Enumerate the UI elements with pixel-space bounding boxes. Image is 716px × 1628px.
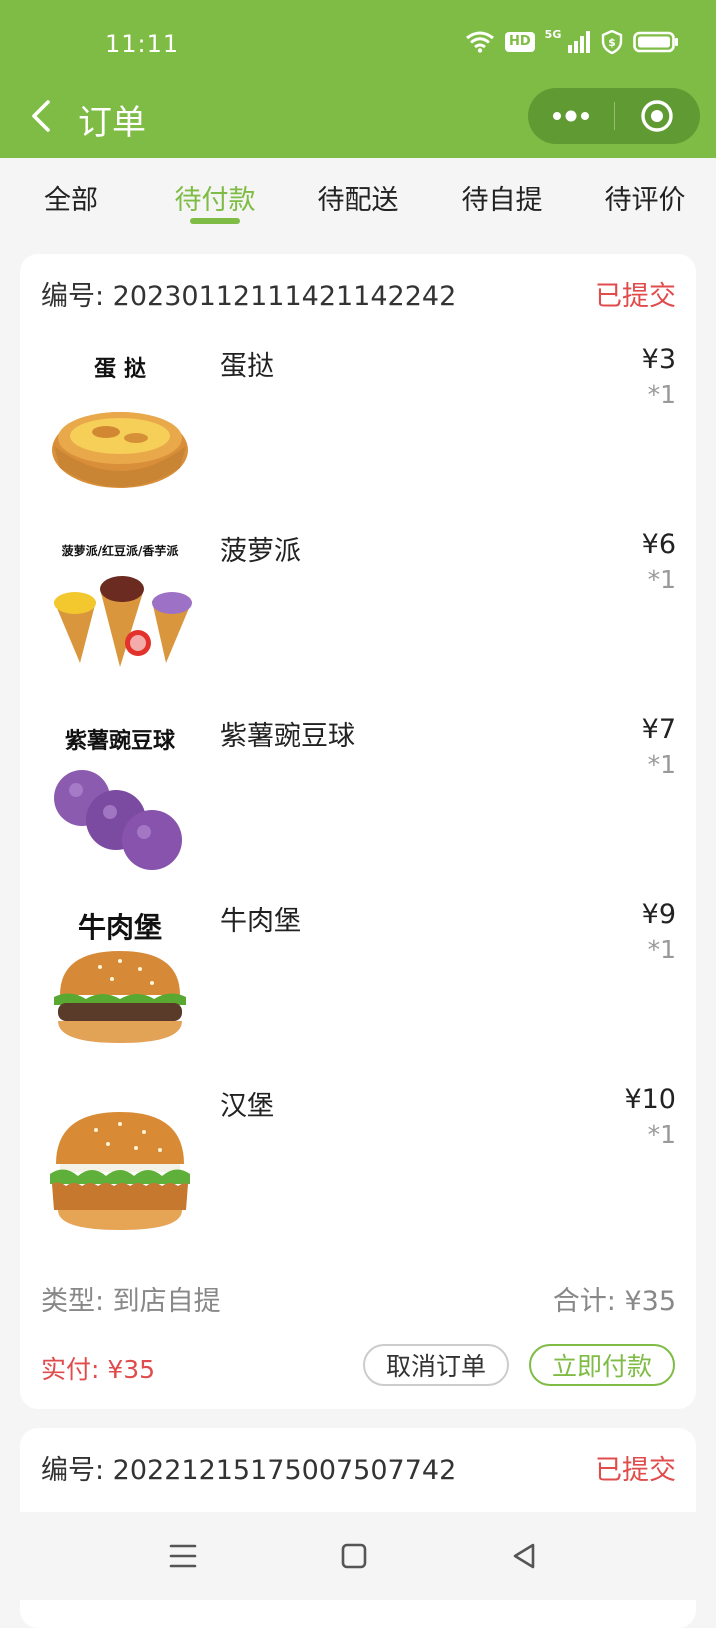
image-caption: 牛肉堡 — [78, 911, 162, 944]
more-dots-icon — [553, 110, 589, 122]
page-title: 订单 — [78, 103, 146, 143]
cancel-order-button[interactable]: 取消订单 — [363, 1344, 509, 1386]
menu-icon[interactable] — [163, 1536, 203, 1576]
order-number: 编号: 20221215175007507742 — [41, 1455, 457, 1486]
system-navigation-bar — [0, 1512, 716, 1600]
item-quantity: *1 — [647, 565, 676, 594]
signal-icon — [568, 31, 591, 53]
target-circle-icon — [641, 100, 673, 132]
item-quantity: *1 — [647, 1120, 676, 1149]
status-time: 11:11 — [105, 30, 180, 58]
tab-pending-review[interactable]: 待评价 — [605, 178, 686, 217]
pie-image: 菠萝派/红豆派/香芋派 — [54, 543, 192, 667]
order-item[interactable]: 紫薯豌豆球 紫薯豌豆球 ¥7 *1 — [20, 704, 696, 889]
battery-icon — [633, 31, 679, 53]
svg-text:$: $ — [609, 36, 617, 49]
item-price: ¥3 — [641, 344, 676, 375]
item-quantity: *1 — [647, 750, 676, 779]
image-caption: 菠萝派/红豆派/香芋派 — [62, 543, 180, 558]
pay-now-button[interactable]: 立即付款 — [529, 1344, 675, 1386]
order-item[interactable]: 牛肉堡 牛肉堡 ¥9 *1 — [20, 889, 696, 1074]
item-name: 紫薯豌豆球 — [220, 721, 355, 752]
order-type: 类型: 到店自提 — [41, 1286, 221, 1317]
hd-icon: HD — [505, 32, 535, 52]
item-price: ¥9 — [641, 899, 676, 930]
more-button[interactable] — [528, 88, 614, 144]
back-arrow-icon[interactable] — [28, 98, 58, 134]
shield-icon: $ — [602, 30, 623, 54]
item-price: ¥7 — [641, 714, 676, 745]
order-item[interactable]: 汉堡 ¥10 *1 — [20, 1074, 696, 1259]
status-icons: HD 5G $ — [465, 28, 679, 54]
egg-tart-image: 蛋 挞 — [52, 356, 188, 488]
order-item[interactable]: 菠萝派/红豆派/香芋派 菠萝派 ¥6 *1 — [20, 519, 696, 704]
wifi-icon — [466, 31, 494, 53]
item-name: 蛋挞 — [220, 351, 274, 382]
order-tabs: 全部 待付款 待配送 待自提 待评价 — [0, 158, 716, 238]
item-name: 汉堡 — [220, 1091, 274, 1122]
network-type: 5G — [544, 28, 562, 41]
item-quantity: *1 — [647, 935, 676, 964]
purple-potato-balls-image: 紫薯豌豆球 — [54, 728, 182, 870]
miniprogram-capsule — [528, 88, 700, 144]
item-name: 菠萝派 — [220, 536, 301, 567]
item-price: ¥10 — [624, 1084, 676, 1115]
beef-burger-image: 牛肉堡 — [54, 911, 186, 1043]
tab-pending-payment[interactable]: 待付款 — [175, 178, 256, 217]
tab-pending-delivery[interactable]: 待配送 — [318, 178, 399, 217]
order-card[interactable]: 编号: 20230112111421142242 已提交 蛋 挞 蛋挞 ¥3 *… — [20, 254, 696, 1409]
item-quantity: *1 — [647, 380, 676, 409]
order-item[interactable]: 蛋 挞 蛋挞 ¥3 *1 — [20, 334, 696, 519]
image-caption: 蛋 挞 — [94, 356, 147, 382]
order-number: 编号: 20230112111421142242 — [41, 281, 457, 312]
tab-pending-pickup[interactable]: 待自提 — [462, 178, 543, 217]
item-name: 牛肉堡 — [220, 906, 301, 937]
order-status: 已提交 — [595, 1455, 676, 1486]
active-tab-indicator — [190, 218, 240, 224]
order-status: 已提交 — [595, 281, 676, 312]
close-miniprogram-button[interactable] — [614, 88, 700, 144]
image-caption: 紫薯豌豆球 — [65, 728, 176, 754]
app-header: 11:11 HD 5G $ 订单 — [0, 0, 716, 158]
chicken-burger-image — [50, 1112, 190, 1230]
tab-all[interactable]: 全部 — [44, 178, 98, 217]
order-paid-amount: 实付: ¥35 — [41, 1355, 156, 1384]
item-price: ¥6 — [641, 529, 676, 560]
order-total: 合计: ¥35 — [552, 1286, 676, 1317]
back-triangle-icon[interactable] — [505, 1536, 545, 1576]
home-square-icon[interactable] — [334, 1536, 374, 1576]
